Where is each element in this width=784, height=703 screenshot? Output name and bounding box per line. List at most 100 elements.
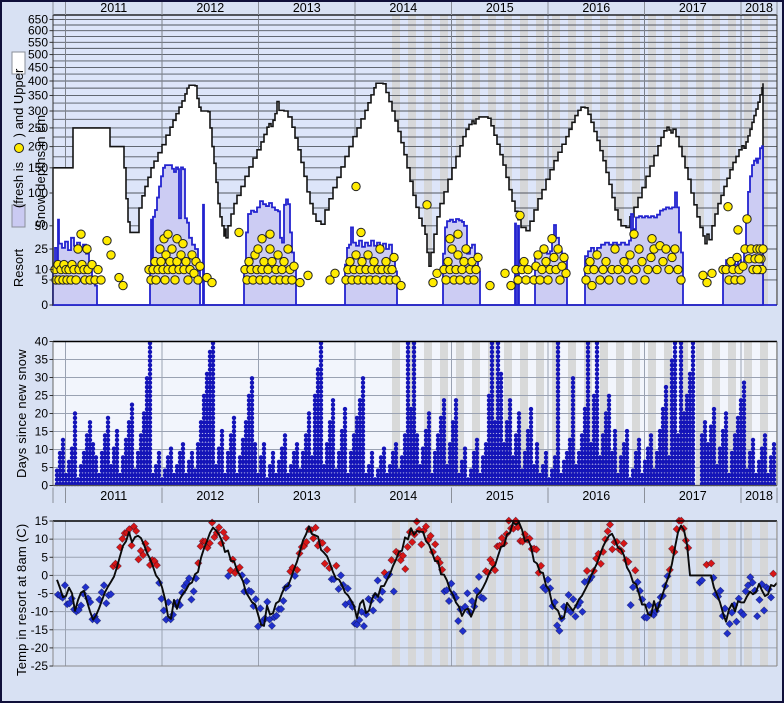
snow-legend: Resort(fresh is) and Upper — [11, 52, 26, 287]
fresh-snow-marker — [599, 265, 607, 273]
ytick-label: -10 — [31, 605, 49, 619]
fresh-snow-marker — [331, 269, 339, 277]
year-label: 2016 — [582, 1, 610, 15]
fresh-snow-marker — [235, 228, 243, 236]
ytick-label: 650 — [28, 12, 48, 26]
fresh-snow-marker — [641, 276, 649, 284]
fresh-snow-marker — [755, 255, 763, 263]
year-label: 2015 — [486, 489, 514, 503]
ytick-label: 30 — [35, 371, 49, 385]
fresh-snow-marker — [677, 276, 685, 284]
fresh-snow-marker — [733, 253, 741, 261]
fresh-snow-marker — [288, 276, 296, 284]
fresh-snow-marker — [462, 245, 470, 253]
fresh-snow-marker — [703, 278, 711, 286]
fresh-snow-marker — [372, 276, 380, 284]
ytick-label: 400 — [28, 74, 48, 88]
fresh-snow-marker — [516, 211, 524, 219]
fresh-snow-marker — [540, 245, 548, 253]
fresh-snow-marker — [274, 251, 282, 259]
fresh-snow-marker — [444, 257, 452, 265]
ytick-label: 10 — [35, 443, 49, 457]
ytick-label: 40 — [35, 335, 49, 349]
ytick-label: -20 — [31, 641, 49, 655]
year-label: 2017 — [679, 1, 707, 15]
ytick-label: 0 — [41, 479, 48, 493]
snow-history-chart-container: 2011201220132014201520162017201820112012… — [0, 0, 784, 703]
fresh-snow-marker — [376, 245, 384, 253]
ytick-label: 15 — [35, 514, 49, 528]
fresh-snow-marker — [662, 245, 670, 253]
ytick-label: 25 — [35, 389, 49, 403]
resort-legend-label: Resort — [11, 248, 26, 287]
fresh-snow-marker — [590, 265, 598, 273]
fresh-snow-marker — [542, 257, 550, 265]
fresh-snow-marker — [352, 251, 360, 259]
year-label: 2012 — [196, 1, 224, 15]
fresh-snow-marker — [115, 273, 123, 281]
fresh-snow-marker — [620, 257, 628, 265]
fresh-snow-marker — [264, 265, 272, 273]
fresh-snow-marker — [296, 278, 304, 286]
fresh-snow-marker — [653, 265, 661, 273]
fresh-snow-marker — [629, 276, 637, 284]
fresh-snow-marker — [724, 203, 732, 211]
ytick-label: -15 — [31, 623, 49, 637]
fresh-snow-marker — [460, 257, 468, 265]
fresh-snow-marker — [474, 253, 482, 261]
fresh-snow-marker — [638, 257, 646, 265]
fresh-snow-marker — [429, 278, 437, 286]
fresh-snow-marker — [486, 281, 494, 289]
fresh-snow-marker — [536, 276, 544, 284]
fresh-legend-prefix: (fresh is — [11, 161, 26, 208]
ytick-label: 450 — [28, 60, 48, 74]
fresh-snow-marker — [446, 235, 454, 243]
fresh-snow-marker — [635, 245, 643, 253]
fresh-snow-marker — [708, 269, 716, 277]
fresh-snow-marker — [442, 276, 450, 284]
fresh-snow-marker — [630, 230, 638, 238]
year-label: 2018 — [745, 1, 773, 15]
fresh-snow-marker — [588, 281, 596, 289]
fresh-snow-marker — [648, 235, 656, 243]
year-label: 2013 — [293, 1, 321, 15]
fresh-snow-marker — [119, 281, 127, 289]
fresh-snow-marker — [501, 269, 509, 277]
fresh-snow-marker — [103, 236, 111, 244]
fresh-snow-marker — [524, 265, 532, 273]
ytick-label: 10 — [35, 263, 49, 277]
fresh-snow-marker — [456, 276, 464, 284]
fresh-snow-marker — [743, 215, 751, 223]
fresh-snow-marker — [538, 265, 546, 273]
fresh-snow-marker — [671, 245, 679, 253]
fresh-snow-marker — [397, 281, 405, 289]
fresh-snow-marker — [593, 251, 601, 259]
year-label: 2012 — [196, 489, 224, 503]
fresh-snow-marker — [382, 257, 390, 265]
fresh-snow-marker — [352, 182, 360, 190]
fresh-snow-marker — [266, 245, 274, 253]
year-label: 2018 — [745, 489, 773, 503]
fresh-snow-marker — [182, 257, 190, 265]
fresh-snow-marker — [346, 257, 354, 265]
fresh-snow-marker — [614, 265, 622, 273]
fresh-snow-marker — [364, 251, 372, 259]
fresh-snow-marker — [97, 276, 105, 284]
year-label: 2016 — [582, 489, 610, 503]
year-label: 2014 — [389, 1, 417, 15]
fresh-snow-marker — [196, 262, 204, 270]
fresh-snow-marker — [632, 265, 640, 273]
ytick-label: -5 — [37, 587, 48, 601]
fresh-snow-marker — [514, 276, 522, 284]
ytick-label: -25 — [31, 659, 49, 673]
fresh-snow-marker — [260, 257, 268, 265]
fresh-snow-marker — [258, 235, 266, 243]
fresh-snow-marker — [390, 253, 398, 261]
fresh-snow-marker — [659, 257, 667, 265]
ytick-label: 0 — [41, 568, 48, 582]
snow-history-chart: 2011201220132014201520162017201820112012… — [0, 0, 784, 703]
year-label: 2011 — [100, 489, 127, 503]
fresh-snow-marker — [759, 245, 767, 253]
fresh-snow-marker — [161, 276, 169, 284]
fresh-snow-marker — [423, 201, 431, 209]
